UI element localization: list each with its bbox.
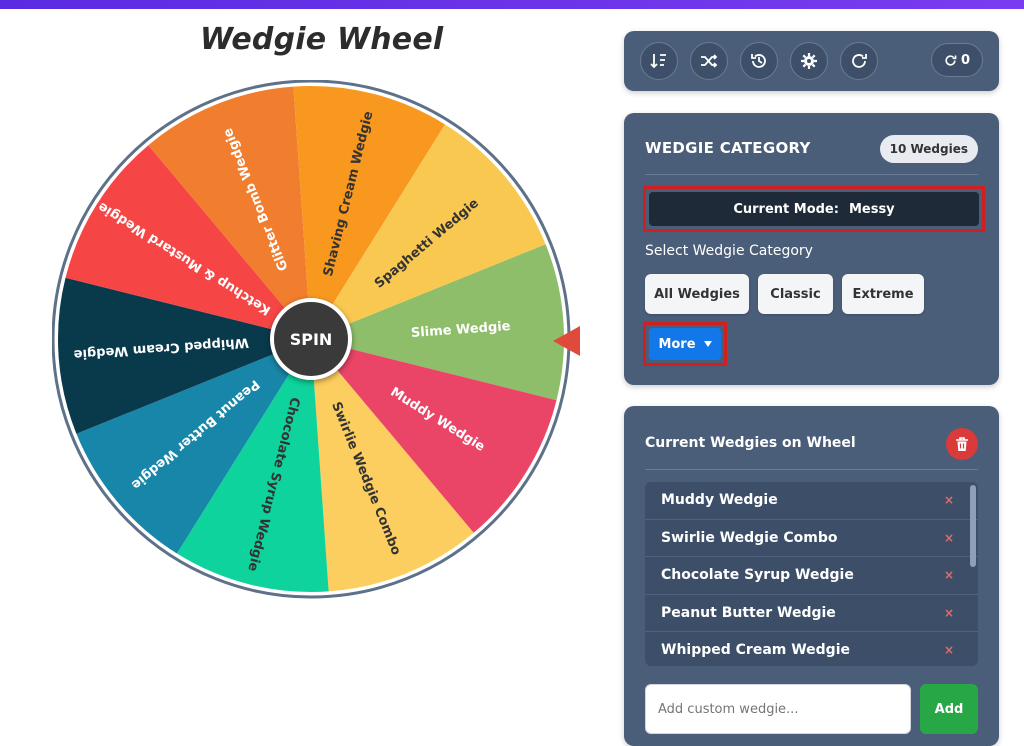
category-button-classic[interactable]: Classic xyxy=(758,274,833,314)
remove-item-button[interactable]: × xyxy=(944,606,954,620)
spin-button[interactable]: SPIN xyxy=(270,298,352,380)
mode-label: Current Mode: xyxy=(733,201,839,217)
caret-down-icon xyxy=(703,341,712,347)
gear-icon xyxy=(801,53,817,69)
custom-wedgie-input[interactable] xyxy=(645,684,911,734)
spin-count: 0 xyxy=(960,52,971,68)
list-item: Whipped Cream Wedgie × xyxy=(645,632,978,666)
more-label: More xyxy=(658,336,696,352)
clear-all-button[interactable] xyxy=(946,428,978,460)
redo-button[interactable] xyxy=(840,42,878,80)
list-item-label: Peanut Butter Wedgie xyxy=(661,604,836,621)
redo-icon xyxy=(852,54,867,68)
list-item: Muddy Wedgie × xyxy=(645,482,978,520)
category-button-extreme[interactable]: Extreme xyxy=(842,274,924,314)
more-button-highlight: More xyxy=(643,322,727,366)
wedgie-list[interactable]: Muddy Wedgie × Swirlie Wedgie Combo × Ch… xyxy=(645,482,978,666)
add-button[interactable]: Add xyxy=(920,684,978,734)
list-item-label: Chocolate Syrup Wedgie xyxy=(661,567,854,584)
current-mode-display: Current Mode: Messy xyxy=(649,192,979,226)
refresh-icon xyxy=(945,54,957,66)
remove-item-button[interactable]: × xyxy=(944,531,954,545)
toolbar-panel: 0 xyxy=(624,31,999,91)
remove-item-button[interactable]: × xyxy=(944,643,954,657)
current-wedgies-panel: Current Wedgies on Wheel Muddy Wedgie × … xyxy=(624,406,999,746)
list-item-label: Whipped Cream Wedgie xyxy=(661,642,850,659)
list-scrollbar[interactable] xyxy=(970,485,976,567)
shuffle-icon xyxy=(701,54,718,68)
sort-button[interactable] xyxy=(640,42,678,80)
more-button[interactable]: More xyxy=(649,328,721,360)
list-item: Peanut Butter Wedgie × xyxy=(645,595,978,632)
remove-item-button[interactable]: × xyxy=(944,493,954,507)
list-item: Chocolate Syrup Wedgie × xyxy=(645,557,978,595)
current-wedgies-heading: Current Wedgies on Wheel xyxy=(645,435,856,451)
top-accent-bar xyxy=(0,0,1024,9)
list-item-label: Muddy Wedgie xyxy=(661,492,778,509)
trash-icon xyxy=(956,436,968,451)
page-title: Wedgie Wheel xyxy=(200,22,444,57)
history-icon xyxy=(751,54,766,68)
divider xyxy=(645,469,978,470)
settings-button[interactable] xyxy=(790,42,828,80)
category-heading: WEDGIE CATEGORY xyxy=(645,139,811,157)
divider xyxy=(645,174,978,175)
current-mode-highlight: Current Mode: Messy xyxy=(643,186,985,232)
spin-counter: 0 xyxy=(931,43,983,77)
history-button[interactable] xyxy=(740,42,778,80)
mode-value: Messy xyxy=(848,201,895,217)
list-item-label: Swirlie Wedgie Combo xyxy=(661,529,838,546)
wheel-pointer-icon xyxy=(553,326,580,356)
sort-icon xyxy=(650,54,666,69)
select-category-label: Select Wedgie Category xyxy=(645,243,813,259)
remove-item-button[interactable]: × xyxy=(944,568,954,582)
category-button-all[interactable]: All Wedgies xyxy=(645,274,749,314)
wedgie-count-badge: 10 Wedgies xyxy=(879,135,978,163)
shuffle-button[interactable] xyxy=(690,42,728,80)
category-panel: WEDGIE CATEGORY 10 Wedgies Current Mode:… xyxy=(624,113,999,385)
list-item: Swirlie Wedgie Combo × xyxy=(645,520,978,557)
